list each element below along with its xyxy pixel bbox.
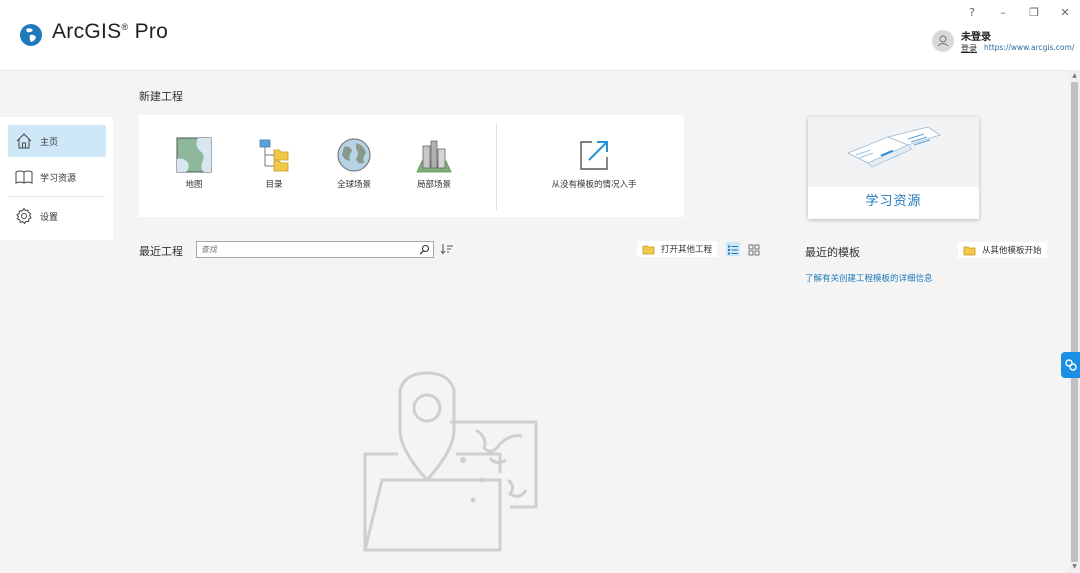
sidebar-item-label: 主页 bbox=[40, 137, 59, 148]
arcgis-logo-icon bbox=[20, 24, 42, 46]
new-catalog-tile[interactable]: 目录 bbox=[239, 137, 309, 207]
learn-templates-link[interactable]: 了解有关创建工程模板的详细信息 bbox=[805, 272, 933, 284]
scroll-down-arrow[interactable]: ▼ bbox=[1071, 563, 1078, 571]
local-scene-icon bbox=[416, 140, 452, 173]
open-other-project-button[interactable]: 打开其他工程 bbox=[637, 241, 718, 257]
list-view-button[interactable] bbox=[726, 242, 740, 256]
open-other-project-label: 打开其他工程 bbox=[661, 245, 713, 255]
sort-icon[interactable] bbox=[440, 243, 454, 255]
tile-label: 全球场景 bbox=[336, 180, 371, 190]
vertical-scrollbar[interactable]: ▲ ▼ bbox=[1069, 70, 1080, 573]
start-from-other-template-button[interactable]: 从其他模板开始 bbox=[958, 242, 1047, 258]
grid-view-icon bbox=[748, 244, 760, 256]
search-box[interactable] bbox=[196, 241, 434, 258]
open-external-icon bbox=[580, 141, 608, 170]
help-button[interactable]: ? bbox=[959, 6, 985, 20]
tile-label: 地图 bbox=[185, 180, 203, 190]
home-icon bbox=[16, 133, 32, 149]
user-icon bbox=[937, 35, 949, 47]
search-icon[interactable] bbox=[419, 244, 430, 255]
sidebar-item-home[interactable]: 主页 bbox=[8, 125, 106, 157]
recent-templates-title: 最近的模板 bbox=[805, 246, 860, 259]
portal-url-link[interactable]: https://www.arcgis.com/ bbox=[984, 43, 1074, 52]
scroll-up-arrow[interactable]: ▲ bbox=[1071, 72, 1078, 80]
catalog-icon bbox=[259, 139, 289, 172]
tile-label: 局部场景 bbox=[416, 180, 451, 190]
new-global-scene-tile[interactable]: 全球场景 bbox=[319, 137, 389, 207]
list-view-icon bbox=[728, 245, 738, 255]
scroll-thumb[interactable] bbox=[1071, 82, 1078, 562]
grid-view-button[interactable] bbox=[747, 242, 761, 256]
divider bbox=[496, 124, 497, 210]
side-panel-tab[interactable] bbox=[1061, 352, 1080, 378]
folder-icon bbox=[963, 246, 976, 255]
user-name: 未登录 bbox=[961, 32, 991, 43]
learning-resources-card[interactable]: 学习资源 bbox=[808, 117, 979, 219]
sidebar: 主页 学习资源 设置 bbox=[0, 117, 113, 240]
map-icon bbox=[176, 137, 212, 173]
new-project-panel: 地图 目录 全球场景 局部场景 从没有模板的情况入手 bbox=[139, 115, 684, 217]
globe-icon bbox=[337, 138, 371, 172]
avatar[interactable] bbox=[932, 30, 954, 52]
recent-projects-title: 最近工程 bbox=[139, 245, 183, 258]
title-bar: ArcGIS® Pro ? – ❐ ✕ 未登录 登录 https://www.a… bbox=[0, 0, 1080, 71]
link-icon bbox=[1065, 359, 1077, 371]
book-icon bbox=[15, 170, 33, 184]
tile-label: 从没有模板的情况入手 bbox=[551, 180, 637, 190]
gear-icon bbox=[16, 207, 32, 225]
app-title: ArcGIS® Pro bbox=[52, 20, 169, 43]
learning-card-label: 学习资源 bbox=[865, 194, 922, 209]
start-from-other-template-label: 从其他模板开始 bbox=[982, 246, 1042, 256]
signin-link[interactable]: 登录 bbox=[961, 43, 977, 54]
search-input[interactable] bbox=[201, 242, 411, 257]
open-book-icon bbox=[847, 126, 941, 168]
learning-card-illustration bbox=[808, 117, 979, 187]
sidebar-item-learning[interactable]: 学习资源 bbox=[8, 161, 106, 193]
divider bbox=[8, 196, 105, 197]
new-local-scene-tile[interactable]: 局部场景 bbox=[399, 137, 469, 207]
empty-projects-illustration bbox=[363, 371, 538, 552]
tile-label: 目录 bbox=[265, 180, 283, 190]
folder-icon bbox=[642, 245, 655, 254]
sidebar-item-label: 学习资源 bbox=[40, 173, 77, 184]
sidebar-item-settings[interactable]: 设置 bbox=[8, 200, 106, 232]
start-without-template-tile[interactable]: 从没有模板的情况入手 bbox=[544, 137, 644, 207]
sidebar-item-label: 设置 bbox=[40, 212, 59, 223]
close-button[interactable]: ✕ bbox=[1052, 6, 1078, 20]
new-map-tile[interactable]: 地图 bbox=[159, 137, 229, 207]
minimize-button[interactable]: – bbox=[990, 6, 1016, 20]
restore-button[interactable]: ❐ bbox=[1021, 6, 1047, 20]
new-project-title: 新建工程 bbox=[139, 90, 183, 103]
